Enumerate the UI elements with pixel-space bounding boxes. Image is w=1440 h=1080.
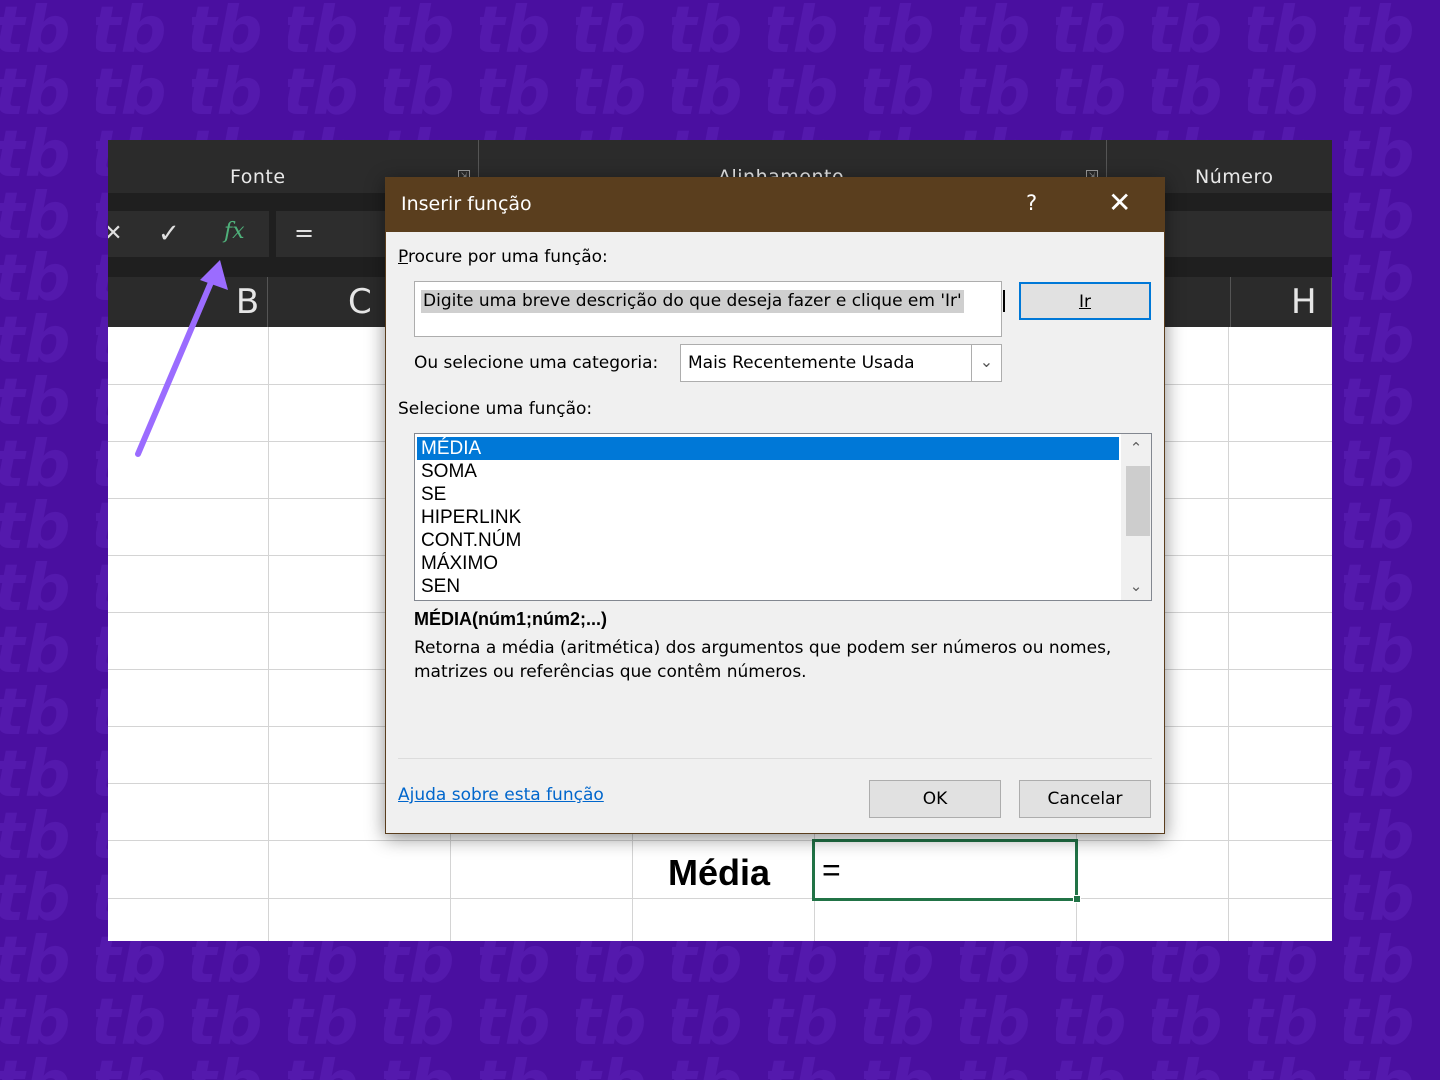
column-label: B xyxy=(235,282,260,322)
function-list[interactable]: MÉDIA SOMA SE HIPERLINK CONT.NÚM MÁXIMO … xyxy=(414,433,1152,601)
insert-function-fx-icon[interactable]: fx xyxy=(224,217,245,247)
category-select[interactable]: Mais Recentemente Usada ⌄ xyxy=(680,344,1002,382)
category-label: Ou selecione uma categoria: xyxy=(414,353,659,373)
active-cell-content: = xyxy=(822,852,841,888)
formula-content: = xyxy=(294,219,315,247)
list-item[interactable]: SEN xyxy=(417,575,1119,598)
grid-line xyxy=(108,840,1332,841)
search-label: Procure por uma função: xyxy=(398,247,608,267)
list-item[interactable]: CONT.NÚM xyxy=(417,529,1119,552)
ribbon-group-numero[interactable]: Número xyxy=(1195,166,1273,188)
media-label-cell[interactable]: Média xyxy=(668,852,770,894)
dialog-divider xyxy=(398,758,1152,759)
chevron-down-icon[interactable]: ⌄ xyxy=(1121,572,1151,600)
search-label-text: rocure por uma função: xyxy=(407,247,608,267)
grid-line xyxy=(268,327,269,941)
grid-line xyxy=(108,898,1332,899)
active-cell[interactable]: = xyxy=(812,839,1078,901)
column-label: H xyxy=(1291,282,1317,322)
cancel-button[interactable]: Cancelar xyxy=(1019,780,1151,818)
column-label: C xyxy=(348,282,372,322)
list-item[interactable]: SOMA xyxy=(417,460,1119,483)
ribbon-group-fonte[interactable]: Fonte xyxy=(230,166,286,188)
function-help-link[interactable]: Ajuda sobre esta função xyxy=(398,785,604,805)
list-item[interactable]: MÁXIMO xyxy=(417,552,1119,575)
list-item[interactable]: HIPERLINK xyxy=(417,506,1119,529)
enter-check-icon[interactable]: ✓ xyxy=(158,219,180,249)
cancel-icon[interactable]: ✕ xyxy=(108,219,122,249)
go-button[interactable]: Ir xyxy=(1019,282,1151,320)
function-signature: MÉDIA(núm1;núm2;...) xyxy=(414,609,607,629)
list-scrollbar[interactable]: ⌃ ⌄ xyxy=(1121,434,1151,600)
column-header-h[interactable]: H xyxy=(1230,277,1332,327)
chevron-up-icon[interactable]: ⌃ xyxy=(1121,434,1151,462)
search-input[interactable]: Digite uma breve descrição do que deseja… xyxy=(414,281,1005,337)
function-description: Retorna a média (aritmética) dos argumen… xyxy=(414,638,1112,682)
dialog-title: Inserir função xyxy=(401,193,532,215)
formula-bar-buttons: ✕ ✓ fx xyxy=(108,211,269,257)
close-icon[interactable]: ✕ xyxy=(1108,187,1131,219)
fill-handle[interactable] xyxy=(1073,895,1081,903)
list-item[interactable]: SE xyxy=(417,483,1119,506)
go-button-label: Ir xyxy=(1078,292,1091,312)
search-input-value: Digite uma breve descrição do que deseja… xyxy=(421,290,964,313)
insert-function-dialog: Inserir função ? ✕ Procure por uma funçã… xyxy=(385,177,1165,834)
text-cursor xyxy=(1003,290,1005,312)
ok-button[interactable]: OK xyxy=(869,780,1001,818)
scrollbar-thumb[interactable] xyxy=(1126,466,1150,536)
help-icon[interactable]: ? xyxy=(1026,191,1037,215)
grid-line xyxy=(1228,327,1229,941)
column-header-b[interactable]: B xyxy=(108,277,268,327)
chevron-down-icon[interactable]: ⌄ xyxy=(971,345,1001,381)
category-select-value: Mais Recentemente Usada xyxy=(688,353,915,373)
list-item[interactable]: MÉDIA xyxy=(417,437,1119,460)
dialog-titlebar[interactable]: Inserir função ? ✕ xyxy=(386,178,1164,232)
function-list-label: Selecione uma função: xyxy=(398,399,593,419)
